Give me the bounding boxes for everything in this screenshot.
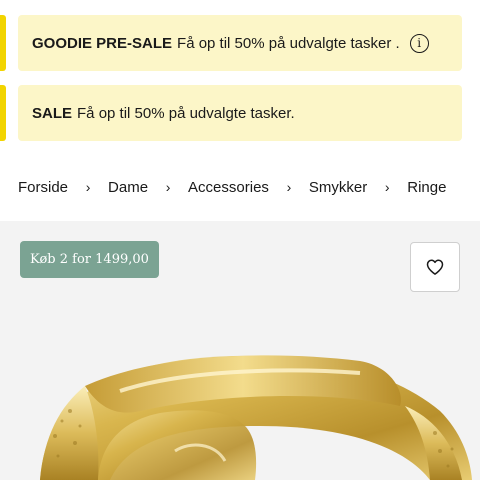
- chevron-right-icon: ›: [384, 179, 390, 195]
- banner-text: Få op til 50% på udvalgte tasker.: [77, 104, 295, 122]
- banner-title: SALE: [32, 104, 73, 122]
- breadcrumb-item-smykker[interactable]: Smykker: [309, 179, 367, 196]
- breadcrumb-item-forside[interactable]: Forside: [18, 179, 68, 196]
- breadcrumb: Forside › Dame › Accessories › Smykker ›…: [18, 176, 480, 198]
- banner-accent-stripe: [0, 15, 6, 71]
- product-image-gallery[interactable]: Køb 2 for 1499,00: [0, 221, 480, 480]
- chevron-right-icon: ›: [286, 179, 292, 195]
- wishlist-button[interactable]: [410, 242, 460, 292]
- promo-badge: Køb 2 for 1499,00: [20, 241, 159, 278]
- banner-text: Få op til 50% på udvalgte tasker .: [177, 34, 400, 52]
- goodie-presale-banner[interactable]: GOODIE PRE-SALE Få op til 50% på udvalgt…: [18, 15, 462, 71]
- banner-accent-stripe: [0, 85, 6, 141]
- breadcrumb-item-ringe[interactable]: Ringe: [407, 179, 446, 196]
- chevron-right-icon: ›: [165, 179, 171, 195]
- breadcrumb-item-accessories[interactable]: Accessories: [188, 179, 269, 196]
- sale-banner[interactable]: SALE Få op til 50% på udvalgte tasker.: [18, 85, 462, 141]
- banner-title: GOODIE PRE-SALE: [32, 34, 173, 52]
- info-icon[interactable]: i: [409, 33, 429, 53]
- breadcrumb-item-dame[interactable]: Dame: [108, 179, 148, 196]
- chevron-right-icon: ›: [85, 179, 91, 195]
- heart-icon: [426, 259, 444, 275]
